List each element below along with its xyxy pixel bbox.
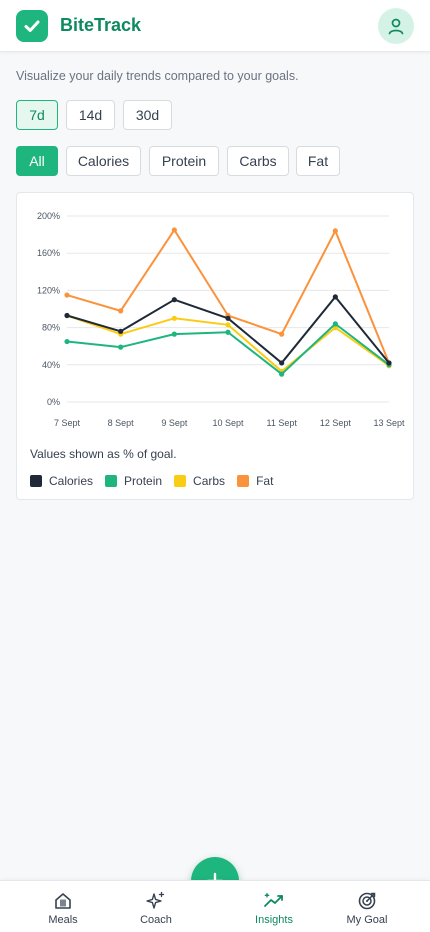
x-tick-label: 13 Sept: [373, 418, 405, 428]
data-point-carbs: [171, 315, 177, 321]
data-point-calories: [171, 297, 177, 303]
x-tick-label: 12 Sept: [320, 418, 352, 428]
range-14d-button[interactable]: 14d: [66, 100, 115, 130]
data-point-protein: [64, 338, 70, 345]
nav-item-coach[interactable]: Coach: [116, 891, 196, 926]
target-icon: [357, 891, 377, 911]
nav-label-meals: Meals: [48, 914, 78, 926]
nav-label-insights: Insights: [255, 914, 293, 926]
metric-carbs-button[interactable]: Carbs: [227, 146, 289, 176]
data-point-calories: [118, 328, 124, 334]
legend-label-fat: Fat: [256, 474, 274, 488]
series-line-fat: [66, 228, 390, 364]
legend-item-fat: Fat: [237, 474, 273, 488]
sparkles-icon: [146, 891, 166, 911]
data-point-calories: [64, 312, 70, 319]
data-point-protein: [171, 331, 177, 337]
x-tick-label: 9 Sept: [161, 418, 188, 428]
x-tick-label: 8 Sept: [108, 418, 135, 428]
legend-label-protein: Protein: [124, 474, 163, 488]
data-point-protein: [279, 371, 285, 377]
data-point-calories: [332, 294, 338, 300]
x-tick-label: 10 Sept: [212, 418, 244, 428]
y-tick-label: 0%: [47, 397, 60, 407]
range-7d-button[interactable]: 7d: [16, 100, 58, 130]
bottom-nav: Meals Coach Insights My Goal: [0, 880, 430, 932]
trend-icon: [263, 891, 285, 911]
data-point-carbs: [225, 322, 231, 328]
nav-item-meals[interactable]: Meals: [23, 891, 103, 926]
data-point-calories: [225, 315, 231, 321]
y-tick-label: 200%: [37, 211, 60, 221]
data-point-calories: [279, 360, 285, 366]
data-point-fat: [64, 292, 70, 298]
checkmark-icon: [16, 10, 48, 42]
profile-button[interactable]: [378, 8, 414, 44]
legend-swatch-fat: [237, 475, 250, 487]
legend-label-calories: Calories: [49, 474, 94, 488]
legend-swatch-calories: [30, 475, 42, 487]
page-subtitle: Visualize your daily trends compared to …: [16, 69, 299, 83]
user-icon: [388, 18, 404, 35]
chart-note: Values shown as % of goal.: [30, 447, 177, 461]
legend-swatch-protein: [105, 475, 118, 487]
range-30d-button[interactable]: 30d: [123, 100, 172, 130]
nav-label-my-goal: My Goal: [346, 914, 388, 926]
nav-item-insights[interactable]: Insights: [234, 891, 314, 926]
legend-item-protein: Protein: [105, 474, 162, 488]
data-point-fat: [279, 331, 285, 337]
metric-all-button[interactable]: All: [16, 146, 58, 176]
y-tick-label: 80%: [42, 323, 60, 333]
legend-item-carbs: Carbs: [174, 474, 225, 488]
app-header: BiteTrack: [0, 0, 430, 52]
y-tick-label: 120%: [37, 285, 60, 295]
trends-chart-card: 0% 40% 80% 120% 160% 200% 7 Sept 8 Sept 9 Sept 10…: [16, 192, 414, 500]
metric-calories-button[interactable]: Calories: [66, 146, 141, 176]
data-point-fat: [118, 308, 124, 314]
app-name: BiteTrack: [60, 15, 142, 35]
legend-label-carbs: Carbs: [193, 474, 226, 488]
data-point-protein: [225, 329, 231, 335]
y-tick-label: 160%: [37, 248, 60, 258]
data-point-fat: [171, 227, 177, 233]
x-tick-label: 7 Sept: [54, 418, 81, 428]
legend-swatch-carbs: [174, 475, 187, 487]
meals-icon: [53, 891, 73, 911]
y-tick-label: 40%: [42, 360, 60, 370]
x-tick-label: 11 Sept: [266, 418, 297, 428]
metric-fat-button[interactable]: Fat: [296, 146, 340, 176]
data-point-protein: [332, 321, 338, 327]
metric-protein-button[interactable]: Protein: [149, 146, 219, 176]
data-point-calories: [386, 360, 392, 366]
trends-line-chart: 0% 40% 80% 120% 160% 200% 7 Sept 8 Sept 9 Sept 10…: [37, 211, 405, 428]
chart-legend: Calories Protein Carbs Fat: [30, 474, 285, 488]
data-point-fat: [332, 228, 338, 234]
nav-item-my-goal[interactable]: My Goal: [327, 891, 407, 926]
data-point-protein: [118, 344, 124, 350]
nav-label-coach: Coach: [140, 914, 172, 926]
legend-item-calories: Calories: [30, 474, 93, 488]
